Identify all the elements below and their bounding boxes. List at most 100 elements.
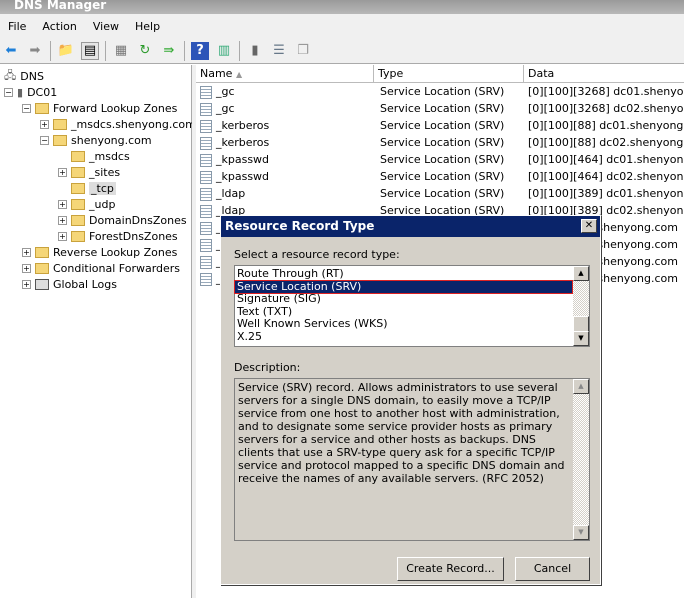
collapse-icon[interactable]: − bbox=[4, 87, 13, 97]
listbox-option[interactable]: X.25 bbox=[235, 330, 572, 344]
action-pane-icon[interactable]: ▥ bbox=[215, 42, 233, 60]
record-icon bbox=[200, 204, 212, 218]
record-data: [0][100][464] dc01.shenyong.com. bbox=[528, 153, 684, 166]
scroll-up-button[interactable]: ▲ bbox=[573, 379, 589, 394]
table-row[interactable]: _kpasswd Service Location (SRV) [0][100][4… bbox=[196, 151, 684, 168]
tree-item[interactable]: + ForestDnsZones bbox=[58, 228, 178, 244]
tree-item[interactable]: + DomainDnsZones bbox=[58, 212, 187, 228]
menu-help[interactable]: Help bbox=[127, 20, 168, 33]
table-row[interactable]: _kerberos Service Location (SRV) [0][100][… bbox=[196, 117, 684, 134]
table-row[interactable]: _gc Service Location (SRV) [0][100][3268] … bbox=[196, 83, 684, 100]
collapse-icon[interactable]: − bbox=[22, 103, 31, 113]
menu-view[interactable]: View bbox=[85, 20, 127, 33]
tree-item-label: Conditional Forwarders bbox=[53, 261, 181, 275]
divider bbox=[105, 40, 106, 61]
description-label: Description: bbox=[234, 361, 301, 374]
back-icon[interactable]: ⬅ bbox=[2, 42, 20, 60]
folder-icon bbox=[71, 230, 85, 242]
tree-item-label: shenyong.com bbox=[71, 133, 152, 147]
folder-icon bbox=[71, 198, 85, 210]
tree-item[interactable]: − Forward Lookup Zones bbox=[22, 100, 177, 116]
record-name: _kerberos bbox=[196, 117, 374, 134]
record-icon bbox=[200, 85, 212, 99]
tree-item[interactable]: + Global Logs bbox=[22, 276, 117, 292]
scroll-down-button[interactable]: ▼ bbox=[573, 525, 589, 540]
record-type: Service Location (SRV) bbox=[380, 170, 505, 183]
properties-icon[interactable]: ▦ bbox=[112, 42, 130, 60]
expand-icon[interactable]: + bbox=[22, 263, 31, 273]
divider bbox=[50, 40, 51, 61]
tree-item[interactable]: + Conditional Forwarders bbox=[22, 260, 180, 276]
record-type: Service Location (SRV) bbox=[380, 153, 505, 166]
server-icon[interactable]: ▮ bbox=[246, 42, 264, 60]
tree-item[interactable]: _tcp bbox=[58, 180, 116, 196]
tree-item[interactable]: _msdcs bbox=[58, 148, 130, 164]
tree-item-label: _tcp bbox=[89, 181, 116, 195]
folder-icon bbox=[35, 102, 49, 114]
scroll-down-button[interactable]: ▼ bbox=[573, 331, 589, 346]
table-row[interactable]: _kpasswd Service Location (SRV) [0][100][4… bbox=[196, 168, 684, 185]
scroll-thumb[interactable] bbox=[573, 316, 589, 332]
listbox-option[interactable]: Well Known Services (WKS) bbox=[235, 317, 572, 331]
record-icon[interactable]: ☰ bbox=[270, 42, 288, 60]
table-row[interactable]: _gc Service Location (SRV) [0][100][3268] … bbox=[196, 100, 684, 117]
folder-icon bbox=[53, 134, 67, 146]
export-icon[interactable]: ⇛ bbox=[160, 42, 178, 60]
record-type: Service Location (SRV) bbox=[380, 119, 505, 132]
record-name: _kpasswd bbox=[196, 168, 374, 185]
record-icon bbox=[200, 170, 212, 184]
tree-item[interactable]: + _sites bbox=[58, 164, 120, 180]
listbox-scrollbar[interactable]: ▲ ▼ bbox=[573, 266, 589, 346]
tree-item[interactable]: + _msdcs.shenyong.com bbox=[40, 116, 196, 132]
up-folder-icon[interactable]: 📁 bbox=[57, 42, 75, 60]
record-name: _kpasswd bbox=[196, 151, 374, 168]
record-icon bbox=[200, 238, 212, 252]
expand-icon[interactable]: + bbox=[40, 119, 49, 129]
copy-icon[interactable]: ❐ bbox=[294, 42, 312, 60]
create-record-button[interactable]: Create Record... bbox=[397, 557, 504, 581]
show-hide-tree-icon[interactable]: ▤ bbox=[81, 41, 99, 60]
menu-file[interactable]: File bbox=[0, 20, 34, 33]
column-type[interactable]: Type bbox=[374, 65, 524, 82]
listbox-option[interactable]: Signature (SIG) bbox=[235, 292, 572, 306]
forward-icon[interactable]: ➡ bbox=[26, 42, 44, 60]
folder-icon bbox=[71, 166, 85, 178]
table-row[interactable]: _kerberos Service Location (SRV) [0][100][… bbox=[196, 134, 684, 151]
divider bbox=[239, 40, 240, 61]
expand-icon[interactable]: + bbox=[22, 279, 31, 289]
scroll-up-button[interactable]: ▲ bbox=[573, 266, 589, 281]
column-name[interactable]: Name ▲ bbox=[196, 65, 374, 82]
tree-item[interactable]: 🖧 DNS bbox=[4, 68, 44, 84]
record-name: _gc bbox=[196, 83, 374, 100]
record-icon bbox=[200, 187, 212, 201]
folder-icon bbox=[71, 150, 85, 162]
tree-item[interactable]: + _udp bbox=[58, 196, 115, 212]
table-row[interactable]: _ldap Service Location (SRV) [0][100][389]… bbox=[196, 185, 684, 202]
help-icon[interactable]: ? bbox=[191, 41, 209, 60]
expand-icon[interactable]: + bbox=[58, 199, 67, 209]
description-scrollbar[interactable]: ▲ ▼ bbox=[573, 379, 589, 540]
record-name: _ldap bbox=[196, 185, 374, 202]
tree-item-label: Forward Lookup Zones bbox=[53, 101, 178, 115]
tree-item[interactable]: − ▮ DC01 bbox=[4, 84, 57, 100]
description-text: Service (SRV) record. Allows administrat… bbox=[234, 378, 590, 541]
expand-icon[interactable]: + bbox=[58, 167, 67, 177]
expand-icon[interactable]: + bbox=[58, 215, 67, 225]
log-icon bbox=[35, 278, 49, 290]
expand-icon[interactable]: + bbox=[22, 247, 31, 257]
tree-item[interactable]: + Reverse Lookup Zones bbox=[22, 244, 177, 260]
listbox-option[interactable]: Route Through (RT) bbox=[235, 267, 572, 281]
column-data[interactable]: Data bbox=[524, 65, 684, 82]
record-type-listbox[interactable]: Route Through (RT) Service Location (SRV)… bbox=[234, 265, 590, 347]
refresh-icon[interactable]: ↻ bbox=[136, 42, 154, 60]
tree-item[interactable]: − shenyong.com bbox=[40, 132, 152, 148]
record-type: Service Location (SRV) bbox=[380, 187, 505, 200]
record-icon bbox=[200, 119, 212, 133]
menu-action[interactable]: Action bbox=[34, 20, 84, 33]
server-icon: ▮ bbox=[17, 85, 24, 99]
cancel-button[interactable]: Cancel bbox=[515, 557, 590, 581]
close-icon[interactable]: ✕ bbox=[581, 219, 597, 233]
select-label: Select a resource record type: bbox=[234, 248, 400, 261]
collapse-icon[interactable]: − bbox=[40, 135, 49, 145]
expand-icon[interactable]: + bbox=[58, 231, 67, 241]
